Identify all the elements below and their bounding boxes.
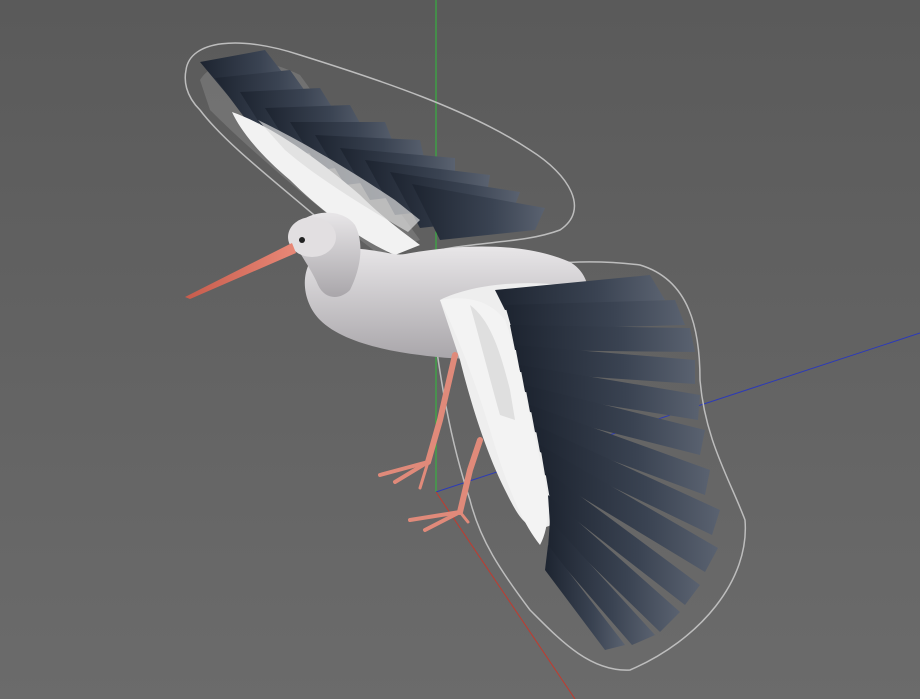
eye-icon bbox=[299, 237, 305, 243]
viewport-canvas[interactable] bbox=[0, 0, 920, 699]
3d-viewport[interactable] bbox=[0, 0, 920, 699]
